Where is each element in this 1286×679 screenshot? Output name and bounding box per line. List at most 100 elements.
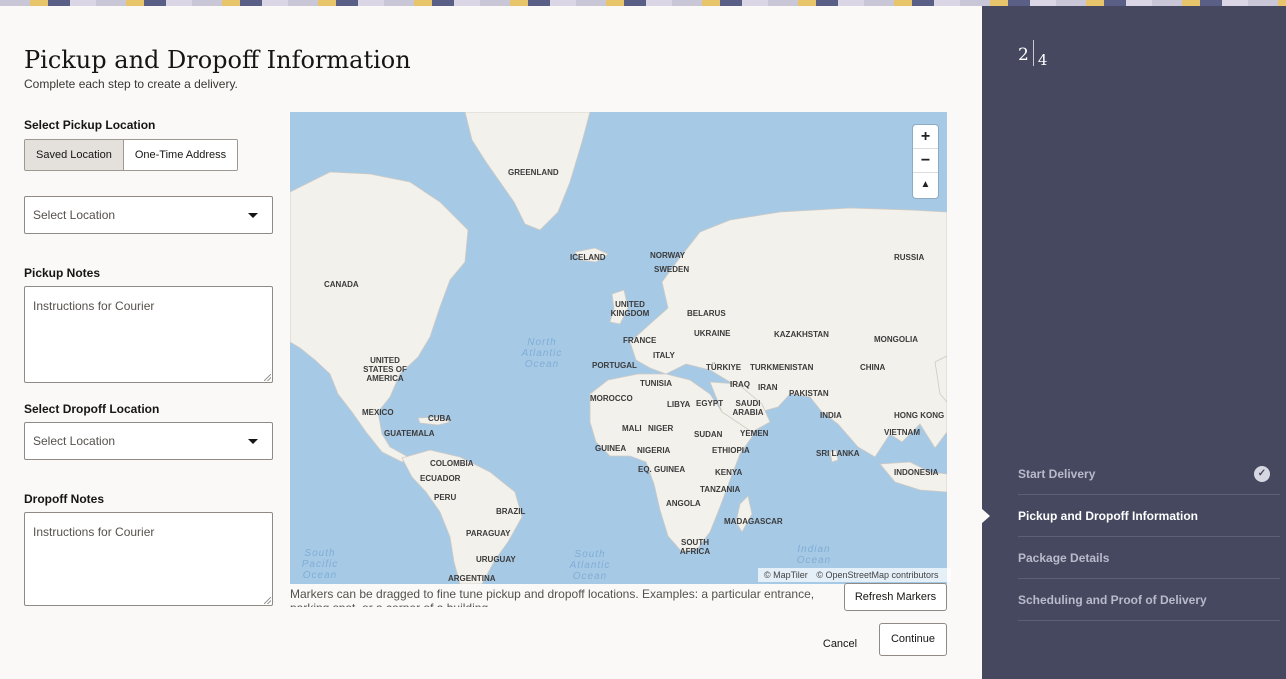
progress-sidebar: 24 Start Delivery ✓ Pickup and Dropoff I… [981, 6, 1286, 679]
map-label: VIETNAM [884, 428, 920, 437]
map-label: PAKISTAN [789, 389, 829, 398]
map-label: MALI [622, 424, 642, 433]
map-label: BELARUS [687, 309, 726, 318]
ocean-label: South Pacific Ocean [301, 548, 339, 581]
one-time-address-button[interactable]: One-Time Address [123, 140, 238, 170]
map-label: TÜRKIYE [706, 363, 742, 372]
map-label: TANZANIA [700, 485, 741, 494]
compass-icon[interactable]: ▲ [913, 173, 938, 197]
pickup-notes-input[interactable]: Instructions for Courier [24, 286, 273, 383]
map-label: NIGERIA [637, 446, 671, 455]
map-label: MADAGASCAR [724, 517, 783, 526]
map-label: PARAGUAY [466, 529, 511, 538]
map-label: INDIA [820, 411, 842, 420]
map-label: ITALY [653, 351, 675, 360]
map-label: TUNISIA [640, 379, 672, 388]
maptiler-attribution-link[interactable]: © MapTiler [764, 570, 808, 580]
map-label: MEXICO [362, 408, 394, 417]
step-pickup-dropoff[interactable]: Pickup and Dropoff Information [1018, 495, 1280, 537]
map-label: MONGOLIA [874, 335, 918, 344]
dropoff-notes-placeholder: Instructions for Courier [33, 525, 155, 539]
map-label: SOUTH AFRICA [679, 538, 711, 556]
step-scheduling-proof[interactable]: Scheduling and Proof of Delivery [1018, 579, 1280, 621]
map-label: IRAQ [730, 380, 750, 389]
total-steps-number: 4 [1037, 51, 1048, 69]
map-label: TURKMENISTAN [750, 363, 814, 372]
pickup-location-label: Select Pickup Location [24, 118, 156, 132]
ocean-label: South Atlantic Ocean [569, 549, 611, 582]
resize-handle-icon[interactable] [264, 374, 271, 381]
refresh-markers-button[interactable]: Refresh Markers [844, 583, 947, 611]
map-label: SWEDEN [654, 265, 690, 274]
map-attribution: © MapTiler © OpenStreetMap contributors [758, 568, 951, 582]
dropoff-notes-label: Dropoff Notes [24, 492, 104, 506]
map-label: PORTUGAL [592, 361, 637, 370]
step-label: Start Delivery [1018, 467, 1096, 481]
map-zoom-controls: + − ▲ [913, 125, 938, 198]
caret-down-icon [248, 439, 258, 444]
step-label: Scheduling and Proof of Delivery [1018, 593, 1207, 607]
step-counter: 24 [1018, 40, 1047, 69]
map-label: COLOMBIA [430, 459, 474, 468]
map-label: INDONESIA [894, 468, 939, 477]
map-label: YEMEN [740, 429, 769, 438]
pickup-location-type-toggle: Saved Location One-Time Address [24, 139, 239, 171]
step-list: Start Delivery ✓ Pickup and Dropoff Info… [1018, 453, 1280, 621]
page-subtitle: Complete each step to create a delivery. [24, 77, 238, 91]
map-label: SAUDI ARABIA [732, 399, 764, 417]
map-label: NORWAY [650, 251, 686, 260]
map-label: ECUADOR [420, 474, 461, 483]
step-start-delivery[interactable]: Start Delivery ✓ [1018, 453, 1280, 495]
pickup-location-select[interactable]: Select Location [24, 196, 273, 234]
map-label: ETHIOPIA [712, 446, 750, 455]
map-label: ICELAND [570, 253, 606, 262]
map-label: PERU [434, 493, 457, 502]
continue-button[interactable]: Continue [879, 623, 947, 656]
dropoff-location-value: Select Location [33, 434, 116, 448]
saved-location-button[interactable]: Saved Location [25, 140, 124, 170]
map-label: EGYPT [696, 399, 724, 408]
active-step-pointer-icon [981, 508, 990, 524]
pickup-notes-placeholder: Instructions for Courier [33, 299, 155, 313]
map-label: KAZAKHSTAN [774, 330, 829, 339]
map-label: FRANCE [623, 336, 657, 345]
current-step-number: 2 [1018, 45, 1029, 65]
map-label: HONG KONG [894, 411, 945, 420]
map-label: ANGOLA [666, 499, 701, 508]
dropoff-location-label: Select Dropoff Location [24, 402, 160, 416]
dropoff-location-select[interactable]: Select Location [24, 422, 273, 460]
map-label: UNITED STATES OF AMERICA [363, 356, 407, 383]
osm-attribution-link[interactable]: © OpenStreetMap contributors [816, 570, 938, 580]
page-title: Pickup and Dropoff Information [24, 46, 411, 74]
caret-down-icon [248, 213, 258, 218]
map-label: ARGENTINA [448, 574, 496, 583]
step-divider [1032, 40, 1034, 66]
dropoff-notes-input[interactable]: Instructions for Courier [24, 512, 273, 606]
delivery-map[interactable]: GREENLAND ICELAND NORWAY SWEDEN RUSSIA C… [290, 112, 947, 584]
map-label: MOROCCO [590, 394, 633, 403]
map-label: GUINEA [595, 444, 627, 453]
map-label: GUATEMALA [384, 429, 435, 438]
zoom-in-button[interactable]: + [913, 125, 938, 149]
map-label: KENYA [715, 468, 743, 477]
step-package-details[interactable]: Package Details [1018, 537, 1280, 579]
pickup-notes-label: Pickup Notes [24, 266, 101, 280]
map-hint-text: Markers can be dragged to fine tune pick… [290, 587, 815, 607]
map-label: URUGUAY [476, 555, 516, 564]
resize-handle-icon[interactable] [264, 597, 271, 604]
map-label: CUBA [428, 414, 452, 423]
map-label: GREENLAND [508, 168, 559, 177]
ocean-label: Indian Ocean [796, 544, 832, 566]
map-label: BRAZIL [496, 507, 526, 516]
step-label: Package Details [1018, 551, 1110, 565]
ocean-label: North Atlantic Ocean [521, 337, 563, 370]
zoom-out-button[interactable]: − [913, 149, 938, 173]
step-label: Pickup and Dropoff Information [1018, 509, 1198, 523]
map-label: RUSSIA [894, 253, 925, 262]
map-label: IRAN [758, 383, 778, 392]
map-label: EQ. GUINEA [638, 465, 686, 474]
world-map-land [290, 112, 947, 584]
map-label: LIBYA [667, 400, 691, 409]
map-label: UKRAINE [694, 329, 731, 338]
cancel-button[interactable]: Cancel [812, 628, 868, 660]
